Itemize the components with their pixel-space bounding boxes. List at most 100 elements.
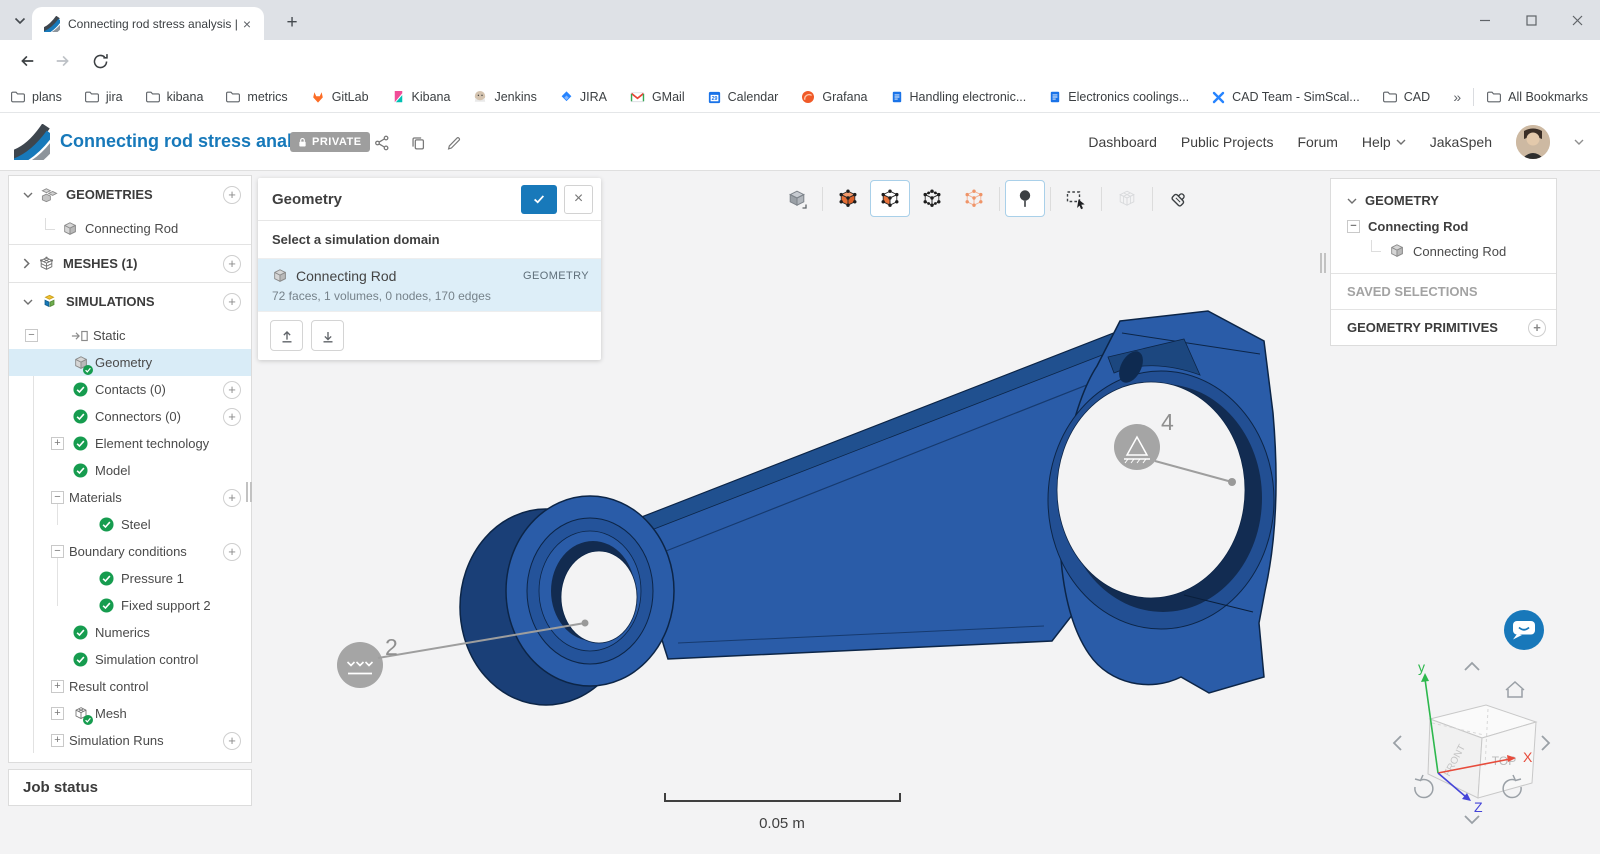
new-tab-button[interactable]: + [278,9,306,37]
bookmark-metrics[interactable]: metrics [225,90,287,104]
tree-item-model[interactable]: Model [9,457,251,484]
tree-item-connecting-rod[interactable]: Connecting Rod [9,213,251,244]
select-mesh-button[interactable] [1107,180,1147,217]
select-vertices-button[interactable] [954,180,994,217]
browser-tab[interactable]: Connecting rod stress analysis | × [32,7,264,40]
add-boundary-conditions-button[interactable]: + [223,543,241,561]
measure-button[interactable] [1158,180,1198,217]
navcube-top-label[interactable]: TOP [1492,754,1516,768]
render-modes-button[interactable] [777,180,817,217]
tree-item-steel[interactable]: Steel [9,511,251,538]
tree-item-mesh[interactable]: +Mesh [9,700,251,727]
copy-project-icon[interactable] [408,133,428,153]
home-view-icon[interactable] [1506,682,1524,697]
tree-item-fixed-support-2[interactable]: Fixed support 2 [9,592,251,619]
add-simulation-button[interactable]: + [223,293,241,311]
collapse-icon[interactable]: − [51,545,64,558]
rotate-up-arrow[interactable] [1465,663,1479,670]
username-label[interactable]: JakaSpeh [1430,134,1492,150]
tree-item-pressure-1[interactable]: Pressure 1 [9,565,251,592]
nav-public-projects[interactable]: Public Projects [1181,134,1274,150]
all-bookmarks-button[interactable]: All Bookmarks [1486,90,1588,104]
right-panel-resize-handle[interactable] [1320,253,1326,273]
bookmark-cad[interactable]: CAD [1382,90,1430,104]
add-connectors-0-button[interactable]: + [223,408,241,426]
bookmark-jira[interactable]: jira [84,90,123,104]
nav-help[interactable]: Help [1362,134,1406,150]
bookmark-kibana[interactable]: Kibana [391,89,451,105]
bookmark-plans[interactable]: plans [10,90,62,104]
close-button[interactable]: × [564,185,593,214]
add-materials-button[interactable]: + [223,489,241,507]
select-volumes-button[interactable] [828,180,868,217]
job-status-panel[interactable]: Job status [8,769,252,806]
tree-item-geometry[interactable]: Geometry [9,349,251,376]
expand-icon[interactable]: + [51,734,64,747]
bookmark-kibana[interactable]: kibana [145,90,204,104]
tree-item-simulation-control[interactable]: Simulation control [9,646,251,673]
add-mesh-button[interactable]: + [223,255,241,273]
window-close-button[interactable] [1554,0,1600,40]
geometry-primitives-section[interactable]: GEOMETRY PRIMITIVES + [1331,309,1556,345]
tree-item-connectors-0[interactable]: Connectors (0)+ [9,403,251,430]
nav-forum[interactable]: Forum [1297,134,1337,150]
select-edges-button[interactable] [912,180,952,217]
scene-tree-root[interactable]: GEOMETRY [1331,189,1556,214]
nav-dashboard[interactable]: Dashboard [1088,134,1157,150]
expand-icon[interactable]: + [51,707,64,720]
chevron-down-icon[interactable] [1574,139,1584,145]
bookmark-calendar[interactable]: 29Calendar [707,90,779,105]
window-maximize-button[interactable] [1508,0,1554,40]
bookmark-jira[interactable]: JIRA [559,89,607,105]
bookmark-gitlab[interactable]: GitLab [310,89,369,105]
bookmarks-overflow-icon[interactable]: » [1453,89,1461,105]
saved-selections-section[interactable]: SAVED SELECTIONS [1331,273,1556,309]
add-contacts-0-button[interactable]: + [223,381,241,399]
bookmark-grafana[interactable]: Grafana [800,89,867,105]
tree-item-materials[interactable]: −Materials+ [9,484,251,511]
reload-button[interactable] [88,49,112,73]
add-primitive-button[interactable]: + [1528,319,1546,337]
forward-button[interactable] [52,49,76,73]
rotate-ccw-icon[interactable] [1415,775,1433,798]
tab-search-button[interactable] [10,12,30,30]
bookmark-gmail[interactable]: GMail [629,90,685,104]
tree-item-numerics[interactable]: Numerics [9,619,251,646]
share-icon[interactable] [372,133,392,153]
group-simulations[interactable]: SIMULATIONS + [9,283,251,320]
window-minimize-button[interactable] [1462,0,1508,40]
tree-item-boundary-conditions[interactable]: −Boundary conditions+ [9,538,251,565]
tree-item-static[interactable]: −Static [9,322,251,349]
add-simulation-runs-button[interactable]: + [223,732,241,750]
navigation-cube[interactable]: TOP FRONT y X Z [1394,659,1549,823]
collapse-icon[interactable]: − [51,491,64,504]
scene-tree-child[interactable]: Connecting Rod [1331,239,1556,263]
download-button[interactable] [311,320,344,351]
expand-icon[interactable]: + [51,680,64,693]
connecting-rod-model[interactable] [460,311,1276,705]
simscale-logo[interactable] [14,124,50,160]
edit-pencil-icon[interactable] [444,133,464,153]
scene-tree-parent[interactable]: − Connecting Rod [1331,214,1556,239]
bookmark-cad-team-simscal[interactable]: CAD Team - SimScal... [1211,90,1360,105]
add-geometry-button[interactable]: + [223,186,241,204]
expand-icon[interactable]: + [51,437,64,450]
tab-close-icon[interactable]: × [238,15,256,33]
tree-item-contacts-0[interactable]: Contacts (0)+ [9,376,251,403]
upload-button[interactable] [270,320,303,351]
back-button[interactable] [14,49,38,73]
support-chat-button[interactable] [1504,610,1544,650]
rotate-right-arrow[interactable] [1542,736,1549,750]
box-select-button[interactable] [1056,180,1096,217]
rotate-down-arrow[interactable] [1465,816,1479,823]
collapse-toggle[interactable]: − [1347,220,1360,233]
left-panel-resize-handle[interactable] [246,482,252,502]
domain-item-connecting-rod[interactable]: Connecting Rod GEOMETRY 72 faces, 1 volu… [258,259,601,311]
tree-item-element-technology[interactable]: +Element technology [9,430,251,457]
confirm-button[interactable] [521,185,557,214]
bookmark-handling-electronic[interactable]: Handling electronic... [890,89,1027,105]
collapse-icon[interactable]: − [25,329,38,342]
tree-item-result-control[interactable]: +Result control [9,673,251,700]
user-avatar[interactable] [1516,125,1550,159]
group-geometries[interactable]: GEOMETRIES + [9,176,251,213]
